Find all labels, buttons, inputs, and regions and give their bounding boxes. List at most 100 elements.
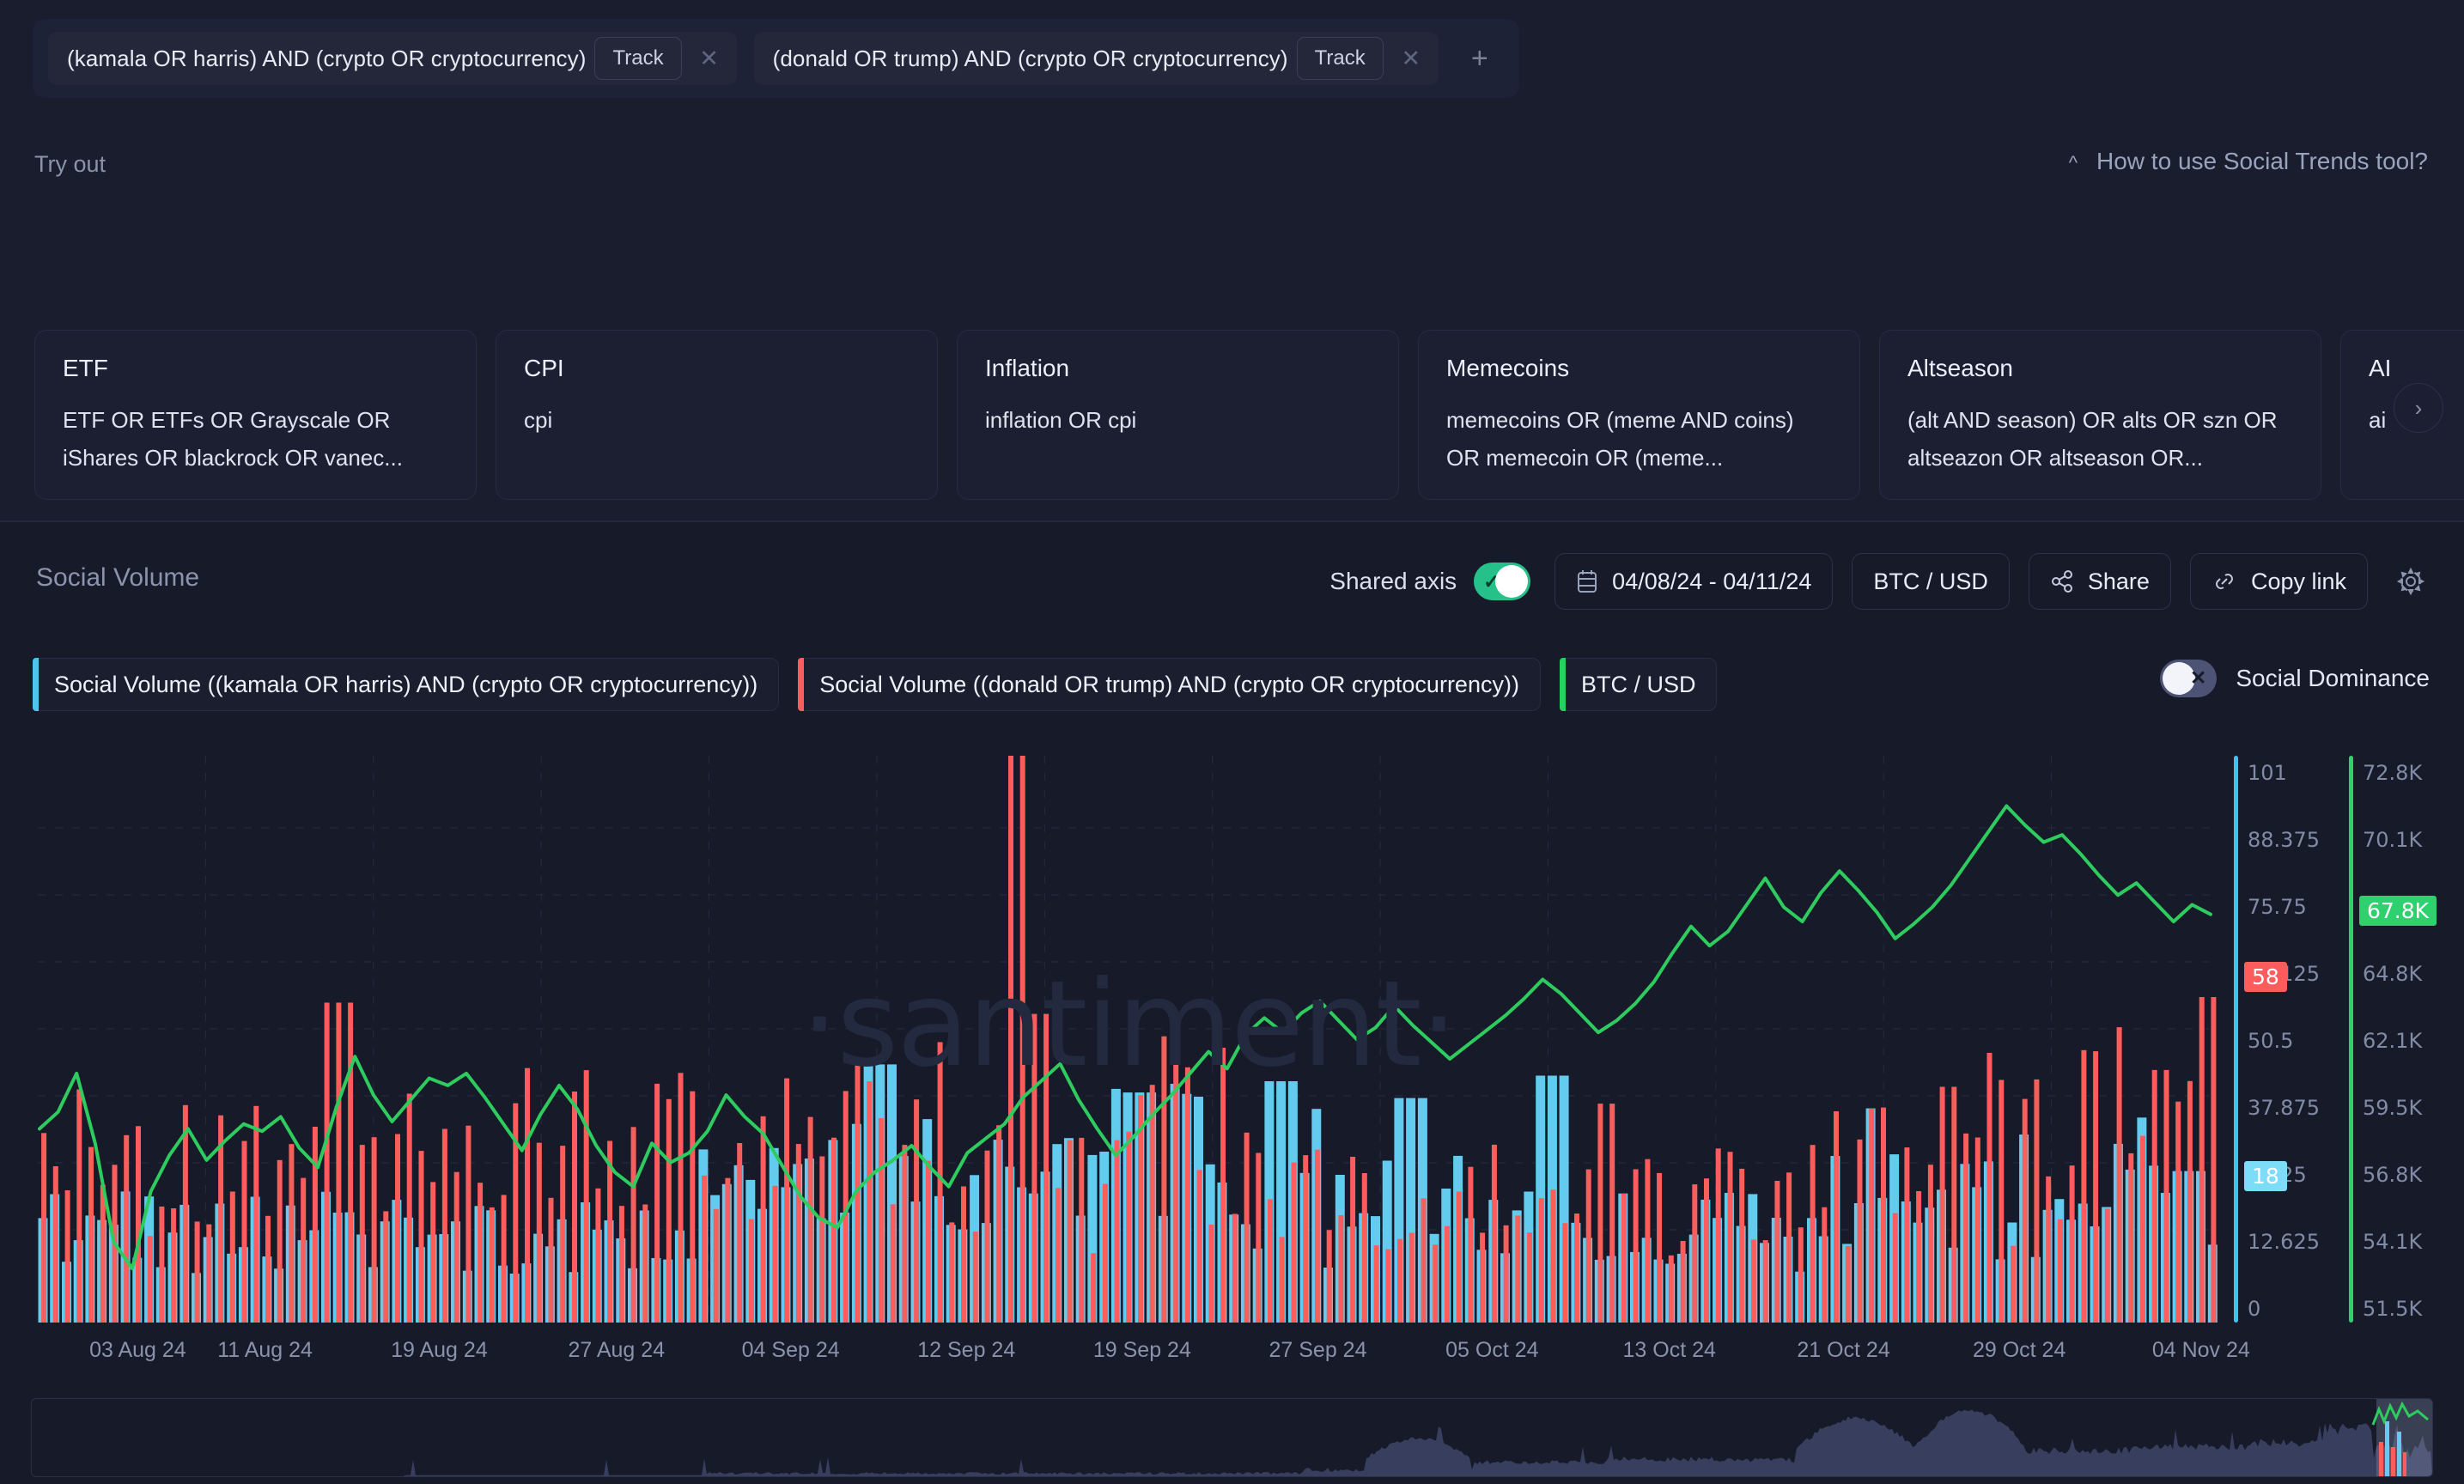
right-axis-tick: 59.5K — [2363, 1096, 2422, 1120]
chart-legend: Social Volume ((kamala OR harris) AND (c… — [33, 658, 1717, 711]
social-dominance-toggle[interactable]: ✕ — [2160, 660, 2217, 697]
card-body: inflation OR cpi — [985, 401, 1371, 439]
left-axis-tick: 37.875 — [2248, 1096, 2320, 1120]
page-title: Social Volume — [36, 563, 199, 593]
track-button-2[interactable]: Track — [1297, 37, 1384, 80]
how-to-use-link[interactable]: ^ How to use Social Trends tool? — [2069, 148, 2428, 175]
plot-canvas[interactable]: ·santiment· — [38, 756, 2219, 1323]
tryout-label: Try out — [34, 151, 106, 178]
query-text-1: (kamala OR harris) AND (crypto OR crypto… — [67, 46, 586, 72]
x-axis-tick: 19 Sep 24 — [1093, 1338, 1191, 1363]
how-to-use-label: How to use Social Trends tool? — [2096, 148, 2428, 175]
track-button-1[interactable]: Track — [594, 37, 681, 80]
card-title: Altseason — [1907, 355, 2293, 382]
chevron-right-icon: › — [2415, 395, 2423, 422]
tryout-card-cpi[interactable]: CPI cpi — [496, 330, 938, 500]
right-axis-tick: 51.5K — [2363, 1297, 2422, 1321]
share-label: Share — [2088, 569, 2150, 595]
query-chips-container: (kamala OR harris) AND (crypto OR crypto… — [33, 19, 1519, 98]
legend-item-btc-usd[interactable]: BTC / USD — [1560, 658, 1718, 711]
date-range-button[interactable]: 04/08/24 - 04/11/24 — [1554, 553, 1833, 610]
query-text-2: (donald OR trump) AND (crypto OR cryptoc… — [773, 46, 1288, 72]
x-axis-tick: 11 Aug 24 — [217, 1338, 313, 1363]
x-axis-tick: 27 Aug 24 — [568, 1338, 665, 1363]
carousel-next-button[interactable]: › — [2394, 383, 2443, 433]
x-axis-tick: 05 Oct 24 — [1445, 1338, 1538, 1363]
tryout-card-inflation[interactable]: Inflation inflation OR cpi — [957, 330, 1399, 500]
shared-axis-label: Shared axis — [1329, 568, 1457, 595]
card-body: (alt AND season) OR alts OR szn OR altse… — [1907, 401, 2293, 477]
shared-axis-toggle[interactable]: ✓ — [1474, 563, 1530, 600]
right-axis-tick: 72.8K — [2363, 761, 2422, 785]
right-axis-tick: 56.8K — [2363, 1163, 2422, 1187]
x-axis-tick: 29 Oct 24 — [1973, 1338, 2066, 1363]
add-query-button[interactable]: + — [1456, 32, 1504, 85]
card-body: cpi — [524, 401, 910, 439]
right-axis-tick: 64.8K — [2363, 962, 2422, 986]
right-axis-line — [2349, 756, 2353, 1323]
legend-label: Social Volume ((donald OR trump) AND (cr… — [819, 672, 1519, 698]
x-axis-tick: 13 Oct 24 — [1623, 1338, 1716, 1363]
left-axis-tick: 101 — [2248, 761, 2287, 785]
chart-panel: Social Volume Shared axis ✓ — [0, 522, 2464, 1484]
copy-link-button[interactable]: Copy link — [2190, 553, 2368, 610]
x-axis-ticks: 03 Aug 24 11 Aug 24 19 Aug 24 27 Aug 24 04 S… — [0, 1338, 2464, 1372]
right-axis-tick: 54.1K — [2363, 1230, 2422, 1254]
card-body: memecoins OR (meme AND coins) OR memecoi… — [1446, 401, 1832, 477]
query-chip-1[interactable]: (kamala OR harris) AND (crypto OR crypto… — [48, 32, 737, 85]
asset-selector-button[interactable]: BTC / USD — [1852, 553, 2010, 610]
share-button[interactable]: Share — [2029, 553, 2171, 610]
toggle-knob — [1495, 565, 1528, 598]
asset-label: BTC / USD — [1873, 569, 1988, 595]
tryout-card-etf[interactable]: ETF ETF OR ETFs OR Grayscale OR iShares … — [34, 330, 477, 500]
kamala-volume-badge: 18 — [2244, 1161, 2287, 1191]
tryout-card-altseason[interactable]: Altseason (alt AND season) OR alts OR sz… — [1879, 330, 2321, 500]
btc-price-badge: 67.8K — [2359, 896, 2437, 926]
legend-label: BTC / USD — [1581, 672, 1696, 698]
card-body: ETF OR ETFs OR Grayscale OR iShares OR b… — [63, 401, 448, 477]
card-title: AI — [2369, 355, 2464, 382]
watermark: ·santiment· — [800, 955, 1456, 1093]
card-title: ETF — [63, 355, 448, 382]
plus-icon: + — [1471, 42, 1488, 76]
close-icon[interactable]: ✕ — [691, 40, 728, 77]
right-axis-tick: 62.1K — [2363, 1029, 2422, 1053]
shared-axis-group: Shared axis ✓ — [1329, 563, 1530, 600]
link-icon — [2212, 569, 2237, 594]
social-dominance-group: ✕ Social Dominance — [2160, 660, 2430, 697]
legend-item-kamala[interactable]: Social Volume ((kamala OR harris) AND (c… — [33, 658, 779, 711]
card-title: Memecoins — [1446, 355, 1832, 382]
x-axis-tick: 03 Aug 24 — [89, 1338, 186, 1363]
card-title: CPI — [524, 355, 910, 382]
copy-link-label: Copy link — [2251, 569, 2346, 595]
left-axis-tick: 50.5 — [2248, 1029, 2293, 1053]
left-axis-tick: 88.375 — [2248, 828, 2320, 852]
share-icon — [2050, 569, 2074, 593]
chart-navigator[interactable] — [31, 1398, 2433, 1477]
right-axis-tick: 70.1K — [2363, 828, 2422, 852]
settings-button[interactable] — [2387, 557, 2435, 605]
x-axis-tick: 19 Aug 24 — [391, 1338, 488, 1363]
left-axis-tick: 75.75 — [2248, 895, 2307, 919]
x-axis-tick: 04 Sep 24 — [742, 1338, 840, 1363]
chevron-up-icon: ^ — [2069, 154, 2078, 173]
close-icon[interactable]: ✕ — [1392, 40, 1430, 77]
left-axis-tick: 12.625 — [2248, 1230, 2320, 1254]
date-range-label: 04/08/24 - 04/11/24 — [1612, 569, 1811, 595]
legend-item-trump[interactable]: Social Volume ((donald OR trump) AND (cr… — [798, 658, 1541, 711]
gear-icon — [2396, 567, 2425, 596]
chart-plot-area[interactable]: ·santiment· 10188.37575.7563.12550.537.8… — [0, 756, 2464, 1357]
tryout-section: Try out ^ How to use Social Trends tool?… — [0, 117, 2464, 520]
x-axis-tick: 04 Nov 24 — [2152, 1338, 2250, 1363]
query-chip-2[interactable]: (donald OR trump) AND (crypto OR cryptoc… — [754, 32, 1439, 85]
left-axis-line — [2234, 756, 2238, 1323]
social-dominance-label: Social Dominance — [2236, 665, 2430, 692]
x-axis-tick: 12 Sep 24 — [917, 1338, 1015, 1363]
top-search-bar: (kamala OR harris) AND (crypto OR crypto… — [0, 0, 2464, 117]
tryout-cards: ETF ETF OR ETFs OR Grayscale OR iShares … — [34, 330, 2464, 502]
x-axis-tick: 21 Oct 24 — [1797, 1338, 1889, 1363]
card-title: Inflation — [985, 355, 1371, 382]
close-icon: ✕ — [2190, 666, 2206, 690]
tryout-card-memecoins[interactable]: Memecoins memecoins OR (meme AND coins) … — [1418, 330, 1860, 500]
left-axis-tick: 0 — [2248, 1297, 2260, 1321]
